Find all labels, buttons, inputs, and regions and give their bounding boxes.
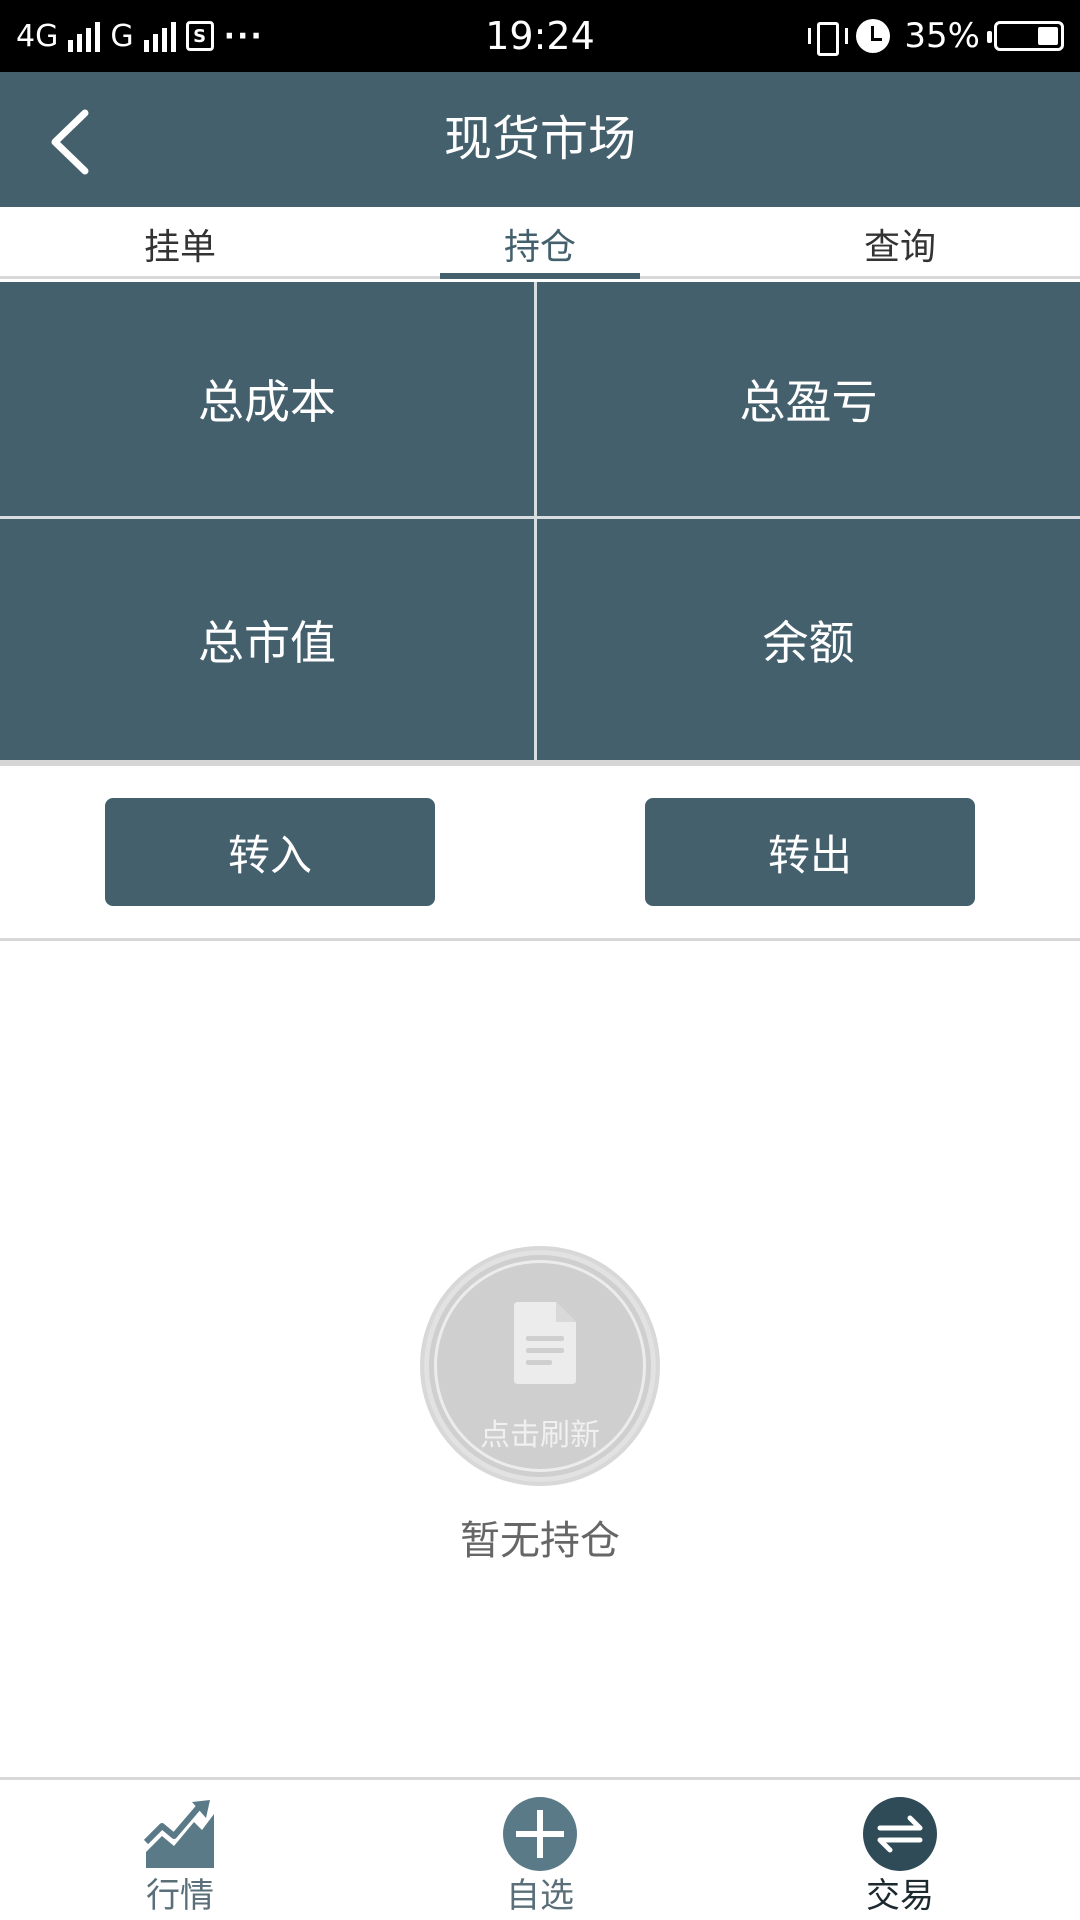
chevron-left-icon: [51, 109, 89, 175]
total-pnl-cell: 总盈亏: [537, 282, 1080, 519]
back-button[interactable]: [30, 102, 110, 182]
action-bar: 转入 转出: [0, 766, 1080, 941]
document-icon: [514, 1302, 576, 1384]
tab-query[interactable]: 查询: [720, 207, 1080, 276]
bottom-nav: 行情 自选 交易: [0, 1777, 1080, 1920]
alarm-icon: [856, 19, 891, 53]
chart-trend-icon: [143, 1800, 214, 1868]
battery-fill: [1038, 27, 1058, 45]
summary-grid: 总成本 总盈亏 总市值 余额: [0, 282, 1080, 760]
plus-circle-icon: [503, 1797, 577, 1871]
empty-message: 暂无持仓: [460, 1518, 620, 1564]
nav-item-trade-label: 交易: [866, 1876, 934, 1916]
status-right: 35%: [808, 0, 1064, 72]
vibrate-icon: [808, 19, 849, 56]
nav-item-market[interactable]: 行情: [80, 1780, 280, 1920]
nav-item-watchlist[interactable]: 自选: [440, 1780, 640, 1920]
balance-cell: 余额: [762, 615, 855, 670]
transfer-out-button[interactable]: 转出: [645, 798, 975, 906]
nav-item-market-label: 行情: [146, 1876, 214, 1916]
nav-bar: 现货市场: [0, 72, 1080, 207]
tab-bar: 挂单 持仓 查询: [0, 207, 1080, 279]
tab-positions[interactable]: 持仓: [360, 207, 720, 279]
status-bar: 4G G S ··· 19:24 35%: [0, 0, 1080, 72]
battery-percent: 35%: [904, 16, 980, 56]
battery-icon: [987, 21, 1064, 51]
total-market-value-cell: 总市值: [0, 519, 537, 760]
nav-item-trade[interactable]: 交易: [800, 1780, 1000, 1920]
transfer-in-button[interactable]: 转入: [105, 798, 435, 906]
refresh-label: 点击刷新: [480, 1418, 600, 1453]
total-cost-cell: 总成本: [0, 282, 537, 519]
tab-orders[interactable]: 挂单: [0, 207, 360, 276]
nav-item-watchlist-label: 自选: [506, 1876, 574, 1916]
page-title: 现货市场: [443, 111, 636, 167]
exchange-arrows-icon: [863, 1797, 937, 1871]
refresh-button[interactable]: 点击刷新: [420, 1246, 660, 1486]
